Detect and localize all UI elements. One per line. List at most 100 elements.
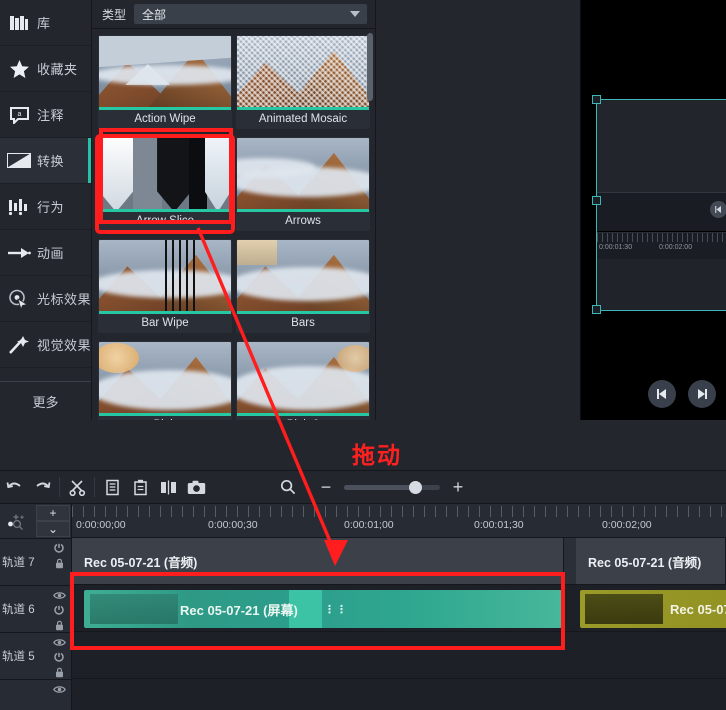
sidebar-item-annotations[interactable]: a 注释	[0, 92, 91, 138]
sidebar-item-behaviors[interactable]: 行为	[0, 184, 91, 230]
nested-timeline-ruler: 0:00:01:30 0:00:02:00	[597, 232, 726, 259]
timeline-ruler[interactable]: 0:00:00;00 0:00:00;30 0:00:01;00 0:00:01…	[72, 504, 726, 538]
zoom-slider[interactable]	[344, 480, 440, 494]
transition-tile-arrow-slice[interactable]: Arrow Slice	[95, 134, 235, 234]
transition-tile-blob-2[interactable]: Blob 2	[236, 341, 370, 420]
nested-time-label: 0:00:01:30	[599, 244, 633, 251]
paste-button[interactable]	[126, 473, 154, 501]
transition-tile-bars[interactable]: Bars	[236, 239, 370, 333]
library-scrollbar-thumb[interactable]	[367, 33, 373, 101]
transition-tile-arrows[interactable]: Arrows	[236, 137, 370, 231]
zoom-slider-thumb[interactable]	[409, 480, 423, 494]
tile-accent-bar	[99, 107, 231, 110]
redo-button[interactable]	[28, 473, 56, 501]
track-header-5[interactable]: 轨道 5	[0, 633, 71, 680]
prev-frame-button[interactable]	[648, 380, 676, 408]
cut-button[interactable]	[63, 473, 91, 501]
transition-tile-action-wipe[interactable]: Action Wipe	[98, 35, 232, 129]
sidebar-item-visual-effects[interactable]: 视觉效果	[0, 322, 91, 368]
transition-tile-label: Animated Mosaic	[258, 113, 348, 125]
track-row-7[interactable]: Rec 05-07-21 (音频) Rec 05-07-21 (音频)	[72, 538, 726, 585]
selection-handle-bottom-left[interactable]	[592, 305, 601, 314]
clip-video-selected[interactable]: ⋮⋮ Rec 05-07-21 (屏幕)	[84, 590, 562, 628]
zoom-in-button[interactable]: +	[446, 475, 470, 499]
track-header-6[interactable]: 轨道 6	[0, 586, 71, 633]
selection-handle-top-left[interactable]	[592, 95, 601, 104]
editor-window: 库 收藏夹 a 注释 转换 行为 动画 光标效果 视觉效果 更多 类型 全部 A…	[0, 0, 726, 710]
eye-icon[interactable]	[52, 683, 66, 696]
clip-label: Rec 05-07-21 (屏幕)	[180, 602, 298, 618]
sidebar-item-favorites[interactable]: 收藏夹	[0, 46, 91, 92]
transition-tile-animated-mosaic[interactable]: Animated Mosaic	[236, 35, 370, 129]
track-headers: + ⌄ 轨道 7 轨道 6 轨道 5	[0, 504, 72, 710]
nested-ruler-ticks	[597, 233, 726, 242]
lock-icon[interactable]	[52, 666, 66, 679]
tile-accent-bar	[237, 413, 369, 416]
selection-handle-mid-left[interactable]	[592, 196, 601, 205]
transition-thumbnail	[237, 138, 369, 212]
transition-tile-label: Bars	[291, 317, 315, 329]
track-header-next[interactable]	[0, 680, 71, 710]
eye-icon[interactable]	[52, 589, 66, 602]
transition-thumbnail	[99, 240, 231, 314]
ruler-ticks	[72, 506, 726, 517]
type-filter-dropdown[interactable]: 全部	[134, 4, 367, 24]
eye-icon[interactable]	[52, 636, 66, 649]
sidebar-label: 动画	[37, 246, 65, 261]
search-button[interactable]	[274, 473, 302, 501]
track-row-next[interactable]	[72, 679, 726, 710]
track-toggles	[52, 636, 66, 679]
sidebar-item-transitions[interactable]: 转换	[0, 138, 91, 184]
nested-screenshot-selection[interactable]: 0:00:01:30 0:00:02:00	[592, 95, 726, 314]
transition-grid-scroll[interactable]: Action Wipe Animated Mosaic Arrow Slice …	[92, 28, 375, 420]
transition-icon	[6, 148, 32, 174]
copy-button[interactable]	[98, 473, 126, 501]
track-header-7[interactable]: 轨道 7	[0, 539, 71, 586]
collapse-tracks-button[interactable]: ⌄	[36, 521, 70, 537]
sidebar-item-library[interactable]: 库	[0, 0, 91, 46]
track-area[interactable]: 0:00:00;00 0:00:00;30 0:00:01;00 0:00:01…	[72, 504, 726, 710]
animation-icon	[6, 240, 32, 266]
clip-audio-left[interactable]: Rec 05-07-21 (音频)	[72, 538, 564, 584]
transition-thumbnail	[237, 36, 369, 110]
sidebar-label: 库	[37, 16, 51, 31]
tile-accent-bar	[99, 311, 231, 314]
sidebar-item-animations[interactable]: 动画	[0, 230, 91, 276]
clip-audio-right[interactable]: Rec 05-07-21 (音频)	[576, 538, 726, 584]
snapshot-button[interactable]	[182, 473, 210, 501]
track-row-5[interactable]	[72, 632, 726, 679]
mute-icon[interactable]	[52, 651, 66, 664]
clip-grip-handle[interactable]: ⋮⋮	[324, 603, 348, 616]
ruler-time-label: 0:00:01;00	[344, 519, 394, 531]
track-header-toolbar: + ⌄	[0, 504, 71, 539]
lock-icon[interactable]	[52, 619, 66, 632]
transition-tile-label: Bar Wipe	[141, 317, 189, 329]
track-toggles	[52, 683, 66, 696]
clip-label: Rec 05-07	[670, 601, 726, 617]
split-button[interactable]	[154, 473, 182, 501]
sidebar-more-button[interactable]: 更多	[0, 381, 91, 420]
clip-video-right[interactable]: Rec 05-07	[580, 590, 726, 628]
track-row-6[interactable]: ⋮⋮ Rec 05-07-21 (屏幕) Rec 05-07	[72, 585, 726, 632]
ruler-time-label: 0:00:00;00	[76, 519, 126, 531]
toolbar-divider	[232, 477, 233, 497]
tile-accent-bar	[237, 311, 369, 314]
lock-icon[interactable]	[52, 557, 66, 570]
add-track-button[interactable]: +	[36, 505, 70, 521]
visual-effect-icon	[6, 332, 32, 358]
sidebar-label: 行为	[37, 200, 65, 215]
track-toggles	[52, 589, 66, 632]
next-frame-button[interactable]	[688, 380, 716, 408]
transition-tile-bar-wipe[interactable]: Bar Wipe	[98, 239, 232, 333]
track-toggles	[52, 542, 66, 570]
mute-icon[interactable]	[52, 604, 66, 617]
transition-tile-blob[interactable]: Blob	[98, 341, 232, 420]
mute-icon[interactable]	[52, 542, 66, 555]
transition-thumbnail	[99, 36, 231, 110]
zoom-out-button[interactable]: −	[314, 475, 338, 499]
tile-accent-bar	[99, 413, 231, 416]
sidebar-item-cursor-effects[interactable]: 光标效果	[0, 276, 91, 322]
undo-button[interactable]	[0, 473, 28, 501]
nested-time-label: 0:00:02:00	[659, 244, 693, 251]
toolbar-divider	[94, 477, 95, 497]
